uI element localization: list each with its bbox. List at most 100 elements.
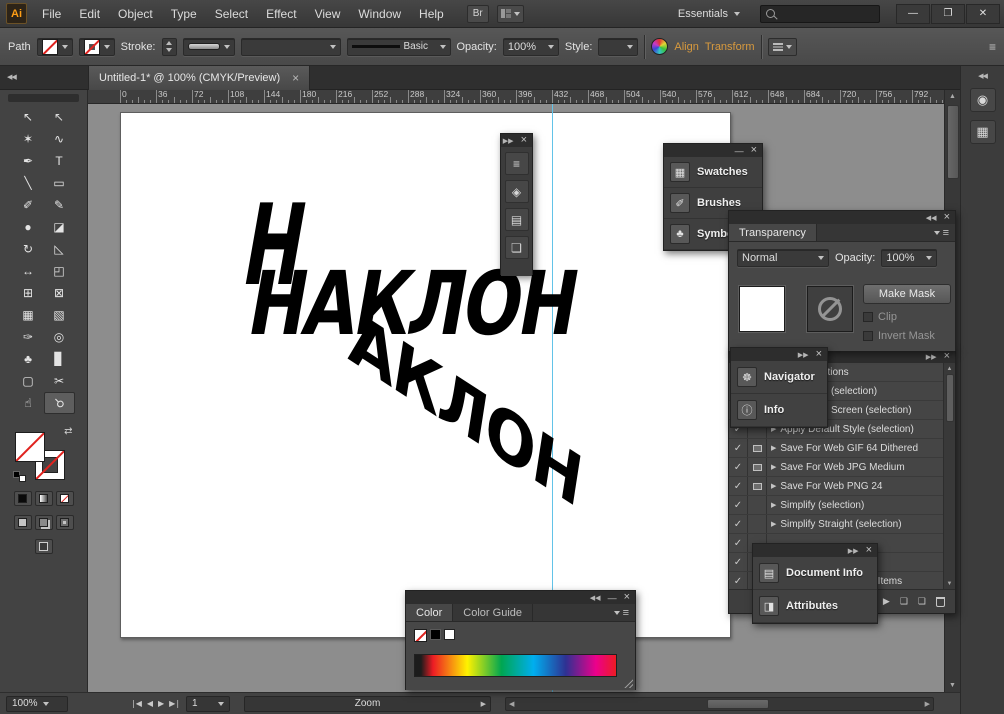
mask-thumbnail[interactable] <box>807 286 853 332</box>
panel-grip[interactable]: ◀◀ × <box>729 211 955 224</box>
document-tab[interactable]: Untitled-1* @ 100% (CMYK/Preview) × <box>88 66 310 90</box>
action-row[interactable]: ✓▶Simplify (selection) <box>729 496 943 515</box>
action-dialog-toggle[interactable] <box>748 515 767 533</box>
collapse-panel-icon[interactable]: ◀◀ <box>926 214 937 222</box>
panel-grip[interactable]: ◀◀—× <box>406 591 635 604</box>
tool-column-graph[interactable]: ▊ <box>44 348 75 370</box>
action-dialog-toggle[interactable] <box>748 496 767 514</box>
close-icon[interactable]: × <box>944 351 950 362</box>
scroll-down-icon[interactable]: ▼ <box>949 679 956 692</box>
tab-color-guide[interactable]: Color Guide <box>453 604 533 621</box>
dock-panel-color-guide[interactable]: ▦ <box>970 120 996 144</box>
bridge-button[interactable]: Br <box>467 5 489 23</box>
swap-colors-icon[interactable]: ⇄ <box>64 426 72 437</box>
close-icon[interactable]: × <box>944 212 950 223</box>
fill-none-swatch[interactable] <box>414 629 427 642</box>
panel-item-attributes[interactable]: ◨Attributes <box>753 590 877 623</box>
delete-action-icon[interactable] <box>936 597 945 607</box>
stroke-color-picker[interactable] <box>79 38 115 56</box>
control-panel-menu-icon[interactable]: ≡ <box>989 40 996 54</box>
panel-menu-icon[interactable]: ≡ <box>928 224 955 241</box>
align-link[interactable]: Align <box>674 41 698 53</box>
action-check-toggle[interactable]: ✓ <box>729 515 748 533</box>
black-swatch[interactable] <box>430 629 441 640</box>
clip-checkbox[interactable]: Clip <box>863 311 953 323</box>
close-button[interactable]: ✕ <box>966 4 1000 24</box>
action-check-toggle[interactable]: ✓ <box>729 572 748 589</box>
scrollbar-thumb[interactable] <box>947 105 959 179</box>
action-check-toggle[interactable]: ✓ <box>729 553 748 571</box>
panel-button-artboards[interactable]: ❏ <box>505 236 529 259</box>
tool-zoom[interactable]: ⚲ <box>44 392 75 414</box>
stroke-weight-select[interactable] <box>183 38 235 56</box>
menu-edit[interactable]: Edit <box>70 0 109 28</box>
transparency-opacity-select[interactable]: 100% <box>881 249 937 267</box>
tool-free-transform[interactable]: ◰ <box>44 260 75 282</box>
tools-panel-grip[interactable] <box>8 94 79 102</box>
close-icon[interactable]: × <box>521 135 527 146</box>
expand-dock-icon[interactable]: ◀◀ <box>978 72 987 80</box>
blend-mode-select[interactable]: Normal <box>737 249 829 267</box>
menu-object[interactable]: Object <box>109 0 162 28</box>
panel-item-swatches[interactable]: ▦Swatches <box>664 157 762 188</box>
draw-normal-button[interactable] <box>14 515 32 530</box>
recolor-artwork-icon[interactable] <box>651 38 668 55</box>
tool-pen[interactable]: ✒ <box>13 150 44 172</box>
minimize-icon[interactable]: — <box>608 593 617 603</box>
tool-rotate[interactable]: ↻ <box>13 238 44 260</box>
arrange-documents-button[interactable] <box>497 5 524 23</box>
white-swatch[interactable] <box>444 629 455 640</box>
invert-mask-checkbox[interactable]: Invert Mask <box>863 330 953 342</box>
tab-color[interactable]: Color <box>406 604 453 621</box>
dock-panel-color[interactable]: ◉ <box>970 88 996 112</box>
action-row[interactable]: ✓▶Save For Web GIF 64 Dithered <box>729 439 943 458</box>
action-check-toggle[interactable]: ✓ <box>729 439 748 457</box>
panel-grip[interactable]: ▶▶× <box>731 348 827 361</box>
horizontal-scrollbar[interactable]: ◀ ▶ <box>505 697 934 711</box>
transform-link[interactable]: Transform <box>705 41 755 53</box>
tool-pencil[interactable]: ✎ <box>44 194 75 216</box>
draw-behind-button[interactable] <box>35 515 53 530</box>
minimize-button[interactable]: — <box>896 4 930 24</box>
panel-grip[interactable]: —× <box>664 144 762 157</box>
tool-hand[interactable]: ☝ <box>13 392 44 414</box>
panel-menu-icon[interactable]: ≡ <box>608 604 635 621</box>
menu-type[interactable]: Type <box>162 0 206 28</box>
maximize-button[interactable]: ❐ <box>931 4 965 24</box>
expand-panel-icon[interactable]: ▶▶ <box>503 137 514 145</box>
scrollbar-thumb[interactable] <box>946 374 954 422</box>
stroke-label[interactable]: Stroke: <box>121 41 156 53</box>
object-thumbnail[interactable] <box>739 286 785 332</box>
panel-item-document-info[interactable]: ▤Document Info <box>753 557 877 590</box>
panel-item-info[interactable]: ⓘInfo <box>731 394 827 427</box>
menu-view[interactable]: View <box>306 0 350 28</box>
new-set-icon[interactable]: ❑ <box>900 597 908 606</box>
tool-eraser[interactable]: ◪ <box>44 216 75 238</box>
stroke-weight-stepper[interactable] <box>162 38 177 56</box>
menu-file[interactable]: File <box>33 0 70 28</box>
panel-grip[interactable]: ▶▶× <box>753 544 877 557</box>
tool-gradient[interactable]: ▧ <box>44 304 75 326</box>
status-indicator-select[interactable]: Zoom▶ <box>244 696 491 712</box>
color-button[interactable] <box>14 491 32 506</box>
tool-line-segment[interactable]: ╲ <box>13 172 44 194</box>
expand-panel-icon[interactable]: ▶▶ <box>848 547 859 555</box>
tool-perspective-grid[interactable]: ⊠ <box>44 282 75 304</box>
select-similar-button[interactable] <box>768 38 797 56</box>
tool-blend[interactable]: ◎ <box>44 326 75 348</box>
panel-button-graphic-styles[interactable]: ◈ <box>505 180 529 203</box>
first-artboard-button[interactable]: ❘◀ <box>130 699 141 708</box>
none-button[interactable] <box>56 491 74 506</box>
tool-width[interactable]: ↔ <box>13 260 44 282</box>
tool-type[interactable]: T <box>44 150 75 172</box>
gradient-button[interactable] <box>35 491 53 506</box>
actions-scrollbar[interactable]: ▲ ▼ <box>943 363 955 589</box>
action-check-toggle[interactable]: ✓ <box>729 477 748 495</box>
panel-item-navigator[interactable]: ☸Navigator <box>731 361 827 394</box>
previous-artboard-button[interactable]: ◀ <box>147 699 152 708</box>
play-icon[interactable]: ▶ <box>883 597 890 606</box>
tool-selection[interactable]: ↖ <box>13 106 44 128</box>
tool-mesh[interactable]: ▦ <box>13 304 44 326</box>
scroll-left-icon[interactable]: ◀ <box>509 700 514 708</box>
collapse-panel-icon[interactable]: ◀◀ <box>590 594 601 602</box>
